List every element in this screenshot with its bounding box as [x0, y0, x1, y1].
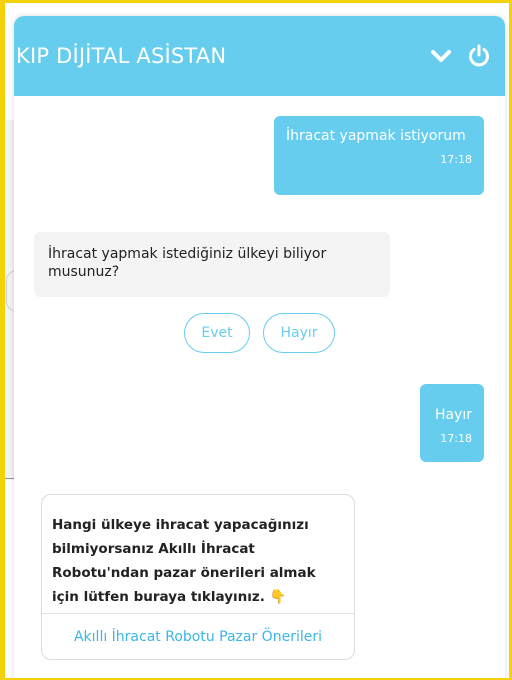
highlight-frame — [0, 0, 512, 680]
